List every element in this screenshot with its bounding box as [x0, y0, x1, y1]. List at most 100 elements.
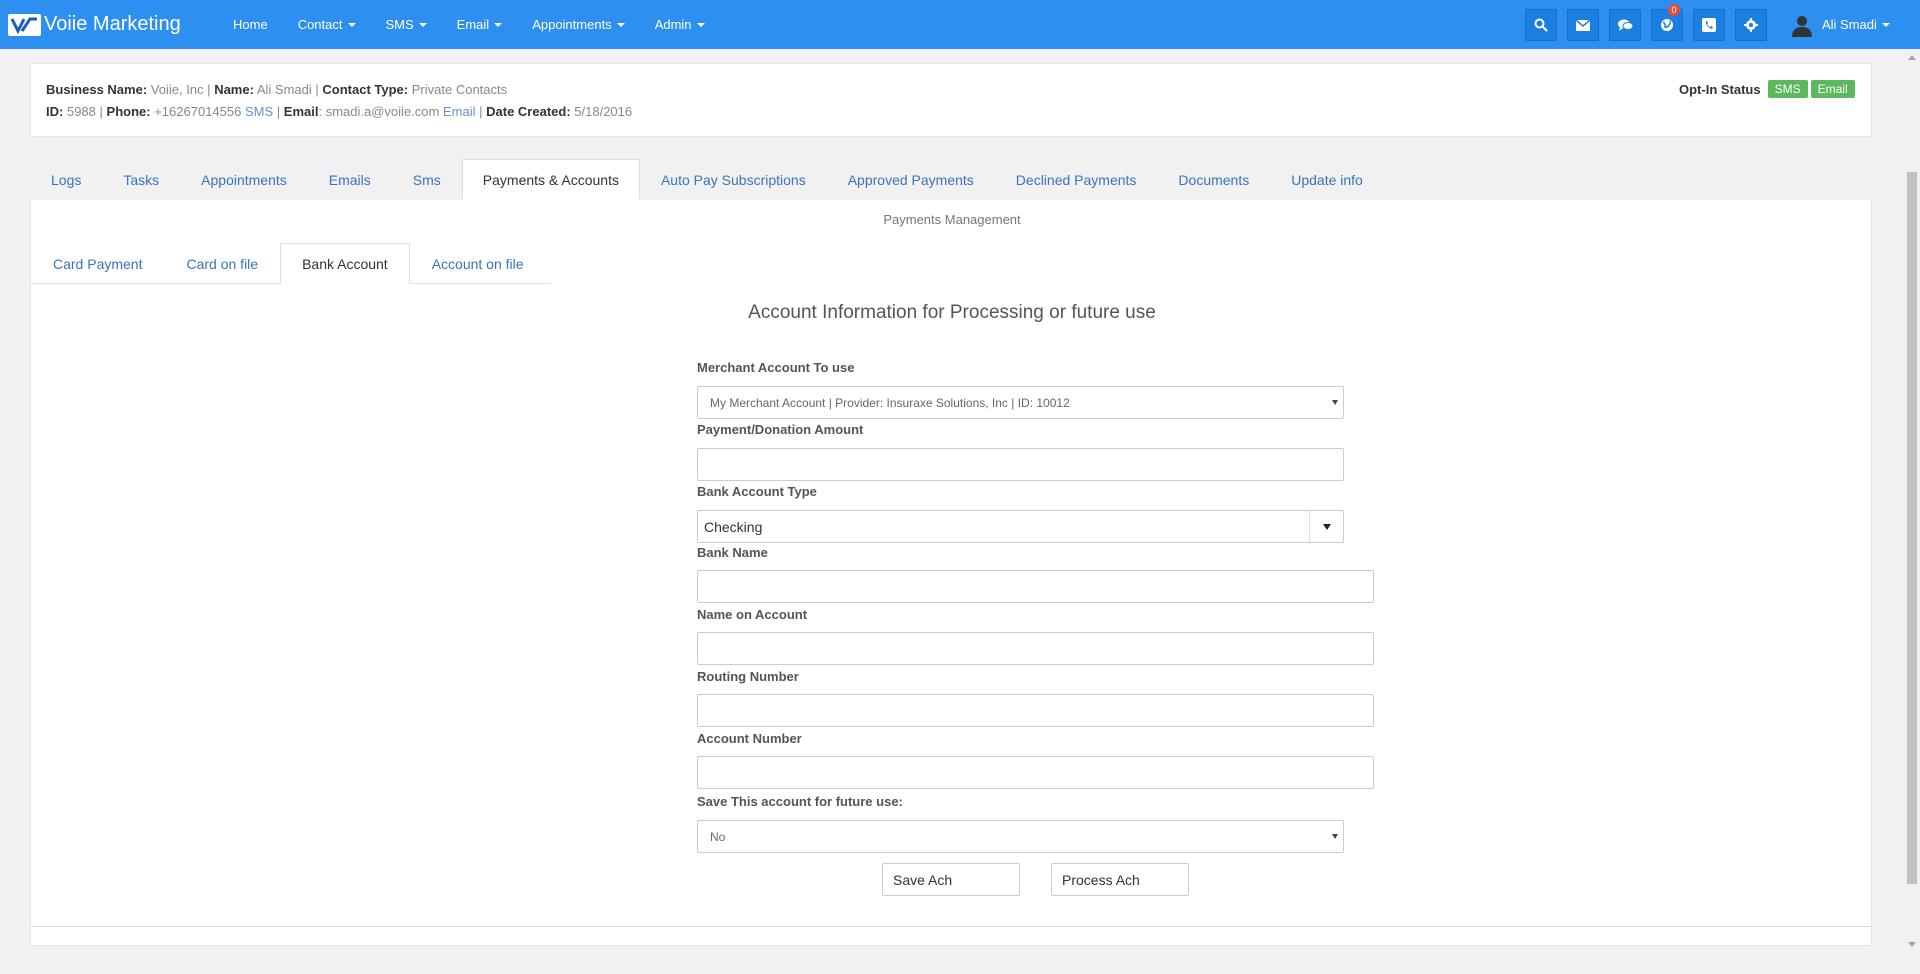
tab-documents[interactable]: Documents: [1157, 159, 1270, 200]
scrollbar-thumb[interactable]: [1907, 172, 1917, 884]
nav-admin-label: Admin: [654, 17, 692, 32]
phone-icon: [1702, 18, 1716, 32]
payments-content: Payments Management Card Payment Card on…: [30, 200, 1872, 926]
panel-footer: [30, 926, 1872, 946]
tab-approved-payments[interactable]: Approved Payments: [827, 159, 995, 200]
tab-logs[interactable]: Logs: [30, 159, 102, 200]
page-scrollbar[interactable]: [1903, 49, 1920, 974]
nav-sms[interactable]: SMS: [371, 17, 442, 32]
save-future-select[interactable]: No: [697, 820, 1344, 853]
settings-button[interactable]: [1735, 9, 1767, 41]
save-ach-button[interactable]: Save Ach: [882, 863, 1020, 896]
mail-button[interactable]: [1567, 9, 1599, 41]
optin-status-label: Opt-In Status: [1679, 81, 1761, 97]
scroll-down-arrow-icon[interactable]: [1908, 942, 1916, 947]
nav-home[interactable]: Home: [218, 17, 283, 32]
brand[interactable]: Voiie Marketing: [8, 0, 181, 49]
caret-down-icon: [347, 22, 356, 27]
date-created-value: 5/18/2016: [574, 104, 633, 119]
form-heading: Account Information for Processing or fu…: [748, 302, 1156, 323]
globe-notifications-button[interactable]: 0: [1651, 4, 1683, 41]
nav-email[interactable]: Email: [442, 17, 518, 32]
name-on-account-label: Name on Account: [697, 607, 808, 622]
caret-down-icon: [696, 22, 705, 27]
bank-account-type-label: Bank Account Type: [697, 484, 817, 499]
bank-account-type-select[interactable]: Checking: [697, 510, 1344, 543]
user-menu[interactable]: Ali Smadi: [1790, 0, 1890, 49]
phone-label: Phone:: [106, 104, 151, 119]
tab-declined-payments[interactable]: Declined Payments: [995, 159, 1158, 200]
merchant-account-select[interactable]: My Merchant Account | Provider: Insuraxe…: [697, 386, 1344, 419]
tab-tasks[interactable]: Tasks: [102, 159, 180, 200]
dropdown-arrow-icon: [1322, 523, 1331, 530]
nav-sms-label: SMS: [385, 17, 414, 32]
save-future-label: Save This account for future use:: [697, 794, 903, 809]
caret-down-icon: [494, 22, 503, 27]
tab-appointments[interactable]: Appointments: [180, 159, 308, 200]
contact-info-line-1: Business Name: Voiie, Inc | Name: Ali Sm…: [46, 82, 508, 97]
business-name-label: Business Name:: [46, 82, 148, 97]
business-name-value: Voiie, Inc: [150, 82, 204, 97]
subtab-card-on-file[interactable]: Card on file: [164, 243, 280, 284]
amount-input[interactable]: [697, 448, 1344, 481]
merchant-account-label: Merchant Account To use: [697, 360, 855, 375]
account-number-input[interactable]: [697, 756, 1374, 789]
nav-email-label: Email: [456, 17, 490, 32]
top-navbar: Voiie Marketing Home Contact SMS Email A…: [0, 0, 1920, 49]
email-value: smadi.a@voiie.com: [325, 104, 440, 119]
envelope-icon: [1576, 19, 1590, 31]
dropdown-arrow-icon: [1332, 400, 1338, 405]
tab-auto-pay-subscriptions[interactable]: Auto Pay Subscriptions: [640, 159, 827, 200]
search-button[interactable]: [1525, 9, 1557, 41]
brand-name: Voiie Marketing: [44, 13, 181, 35]
nav-contact[interactable]: Contact: [283, 17, 371, 32]
bank-name-input[interactable]: [697, 570, 1374, 603]
routing-number-input[interactable]: [697, 694, 1374, 727]
contact-type-value: Private Contacts: [411, 82, 508, 97]
name-value: Ali Smadi: [256, 82, 312, 97]
email-link[interactable]: Email: [443, 104, 476, 119]
gear-icon: [1744, 18, 1758, 32]
name-label: Name:: [214, 82, 254, 97]
chat-button[interactable]: [1609, 9, 1641, 41]
nav-appointments-label: Appointments: [532, 17, 612, 32]
process-ach-button[interactable]: Process Ach: [1051, 863, 1189, 896]
bank-name-label: Bank Name: [697, 545, 768, 560]
nav-appointments[interactable]: Appointments: [517, 17, 640, 32]
save-future-value: No: [710, 829, 726, 844]
bank-account-type-value: Checking: [704, 518, 763, 535]
payments-management-title: Payments Management: [883, 212, 1021, 227]
contact-info-line-2: ID: 5988 | Phone: +16267014556 SMS | Ema…: [46, 104, 633, 119]
tab-payments-accounts[interactable]: Payments & Accounts: [461, 159, 640, 200]
optin-sms-badge: SMS: [1767, 80, 1808, 98]
contact-type-label: Contact Type:: [322, 82, 409, 97]
main-menu: Home Contact SMS Email Appointments Admi…: [218, 0, 720, 49]
dropdown-arrow-icon: [1332, 834, 1338, 839]
phone-sms-link[interactable]: SMS: [245, 104, 273, 119]
name-on-account-input[interactable]: [697, 632, 1374, 665]
tab-update-info[interactable]: Update info: [1270, 159, 1384, 200]
nav-icon-bar: 0: [1525, 4, 1777, 41]
account-number-label: Account Number: [697, 731, 802, 746]
caret-down-icon: [418, 22, 427, 27]
user-avatar-icon: [1792, 15, 1812, 37]
payment-sub-tabs: Card Payment Card on file Bank Account A…: [31, 243, 546, 284]
phone-value: +16267014556: [154, 104, 242, 119]
globe-icon: [1661, 19, 1673, 31]
nav-contact-label: Contact: [297, 17, 343, 32]
nav-home-label: Home: [233, 17, 268, 32]
subtab-card-payment[interactable]: Card Payment: [31, 243, 164, 284]
scroll-up-arrow-icon[interactable]: [1908, 55, 1916, 60]
tab-emails[interactable]: Emails: [308, 159, 392, 200]
tab-sms[interactable]: Sms: [392, 159, 462, 200]
optin-status: Opt-In Status SMS Email: [1679, 80, 1855, 98]
nav-admin[interactable]: Admin: [640, 17, 720, 32]
user-name: Ali Smadi: [1822, 17, 1877, 32]
subtab-bank-account[interactable]: Bank Account: [280, 243, 410, 284]
search-icon: [1534, 18, 1548, 32]
phone-button[interactable]: [1693, 9, 1725, 41]
id-label: ID:: [46, 104, 64, 119]
caret-down-icon: [1881, 22, 1890, 27]
subtab-account-on-file[interactable]: Account on file: [410, 243, 546, 284]
email-label: Email: [283, 104, 319, 119]
